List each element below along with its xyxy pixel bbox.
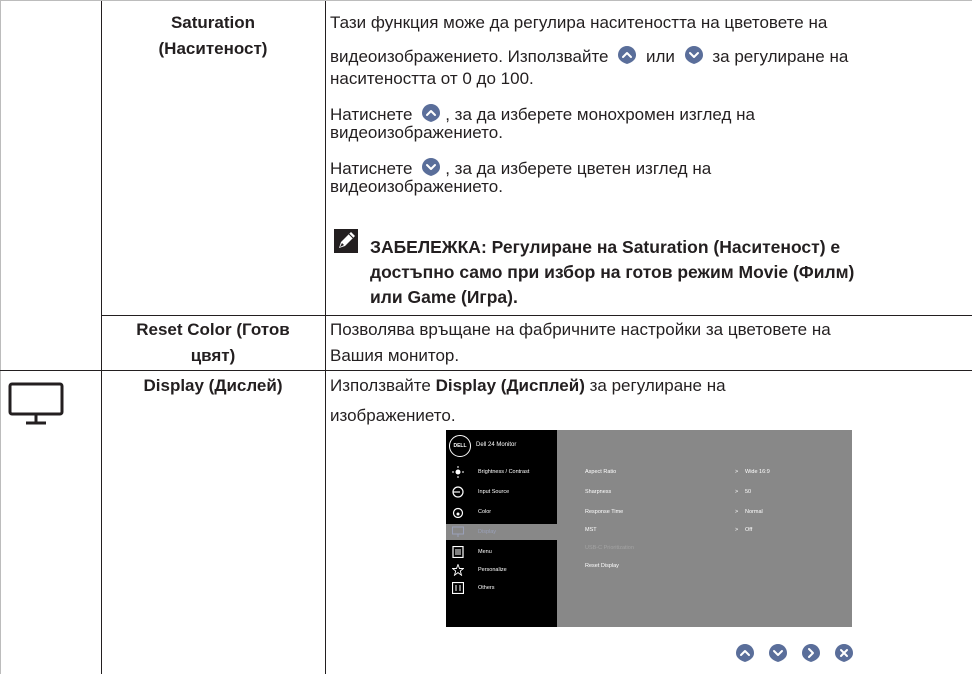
- input-source-icon: [452, 486, 464, 498]
- note-text: ЗАБЕЛЕЖКА: Регулиране на Saturation (Нас…: [370, 237, 855, 307]
- nav-down-button[interactable]: [768, 643, 788, 663]
- nav-close-button[interactable]: [834, 643, 854, 663]
- osd-setting-response-time[interactable]: Response Time > Normal: [585, 509, 845, 515]
- osd-item-input-source[interactable]: Input Source: [446, 484, 557, 500]
- grid-line: [0, 0, 972, 1]
- osd-setting-reset-display[interactable]: Reset Display: [585, 563, 845, 569]
- saturation-description: Тази функция може да регулира наситеност…: [330, 13, 849, 196]
- grid-line: [325, 0, 326, 674]
- osd-setting-mst[interactable]: MST > Off: [585, 527, 845, 533]
- osd-setting-usbc-prioritization: USB-C Prioritization: [585, 545, 634, 551]
- osd-screenshot: DELL Dell 24 Monitor Brightness / Contra…: [446, 430, 852, 627]
- display-header: Display (Дислей): [143, 376, 283, 395]
- nav-up-button[interactable]: [735, 643, 755, 663]
- osd-setting-sharpness[interactable]: Sharpness > 50: [585, 489, 845, 495]
- osd-item-personalize[interactable]: Personalize: [446, 562, 557, 578]
- nav-right-button[interactable]: [801, 643, 821, 663]
- reset-color-header: Reset Color (Готов цвят): [136, 320, 290, 365]
- display-icon: [452, 526, 464, 538]
- chevron-down-icon: [684, 45, 704, 65]
- color-icon: [452, 506, 464, 519]
- grid-line: [101, 315, 972, 316]
- osd-item-others[interactable]: Others: [446, 580, 557, 596]
- grid-line: [0, 0, 1, 674]
- brightness-icon: [452, 466, 464, 478]
- saturation-header: Saturation (Наситеност): [158, 13, 268, 58]
- osd-item-display[interactable]: Display: [446, 524, 557, 540]
- menu-icon: [452, 545, 464, 559]
- monitor-icon: [8, 382, 64, 426]
- osd-sidebar: DELL Dell 24 Monitor Brightness / Contra…: [446, 430, 557, 627]
- osd-item-color[interactable]: Color: [446, 504, 557, 520]
- others-icon: [451, 581, 465, 595]
- chevron-up-icon: [617, 45, 637, 65]
- dell-logo: DELL: [449, 435, 471, 457]
- osd-setting-aspect-ratio[interactable]: Aspect Ratio > Wide 16:9: [585, 469, 845, 475]
- osd-item-brightness[interactable]: Brightness / Contrast: [446, 464, 557, 480]
- osd-item-menu[interactable]: Menu: [446, 544, 557, 560]
- display-description: Използвайте Display (Дисплей) за регулир…: [330, 376, 726, 425]
- note-icon: [334, 229, 358, 253]
- grid-line: [0, 370, 972, 371]
- osd-model-name: Dell 24 Monitor: [476, 442, 517, 448]
- star-icon: [451, 563, 465, 577]
- reset-color-description: Позволява връщане на фабричните настройк…: [330, 320, 831, 365]
